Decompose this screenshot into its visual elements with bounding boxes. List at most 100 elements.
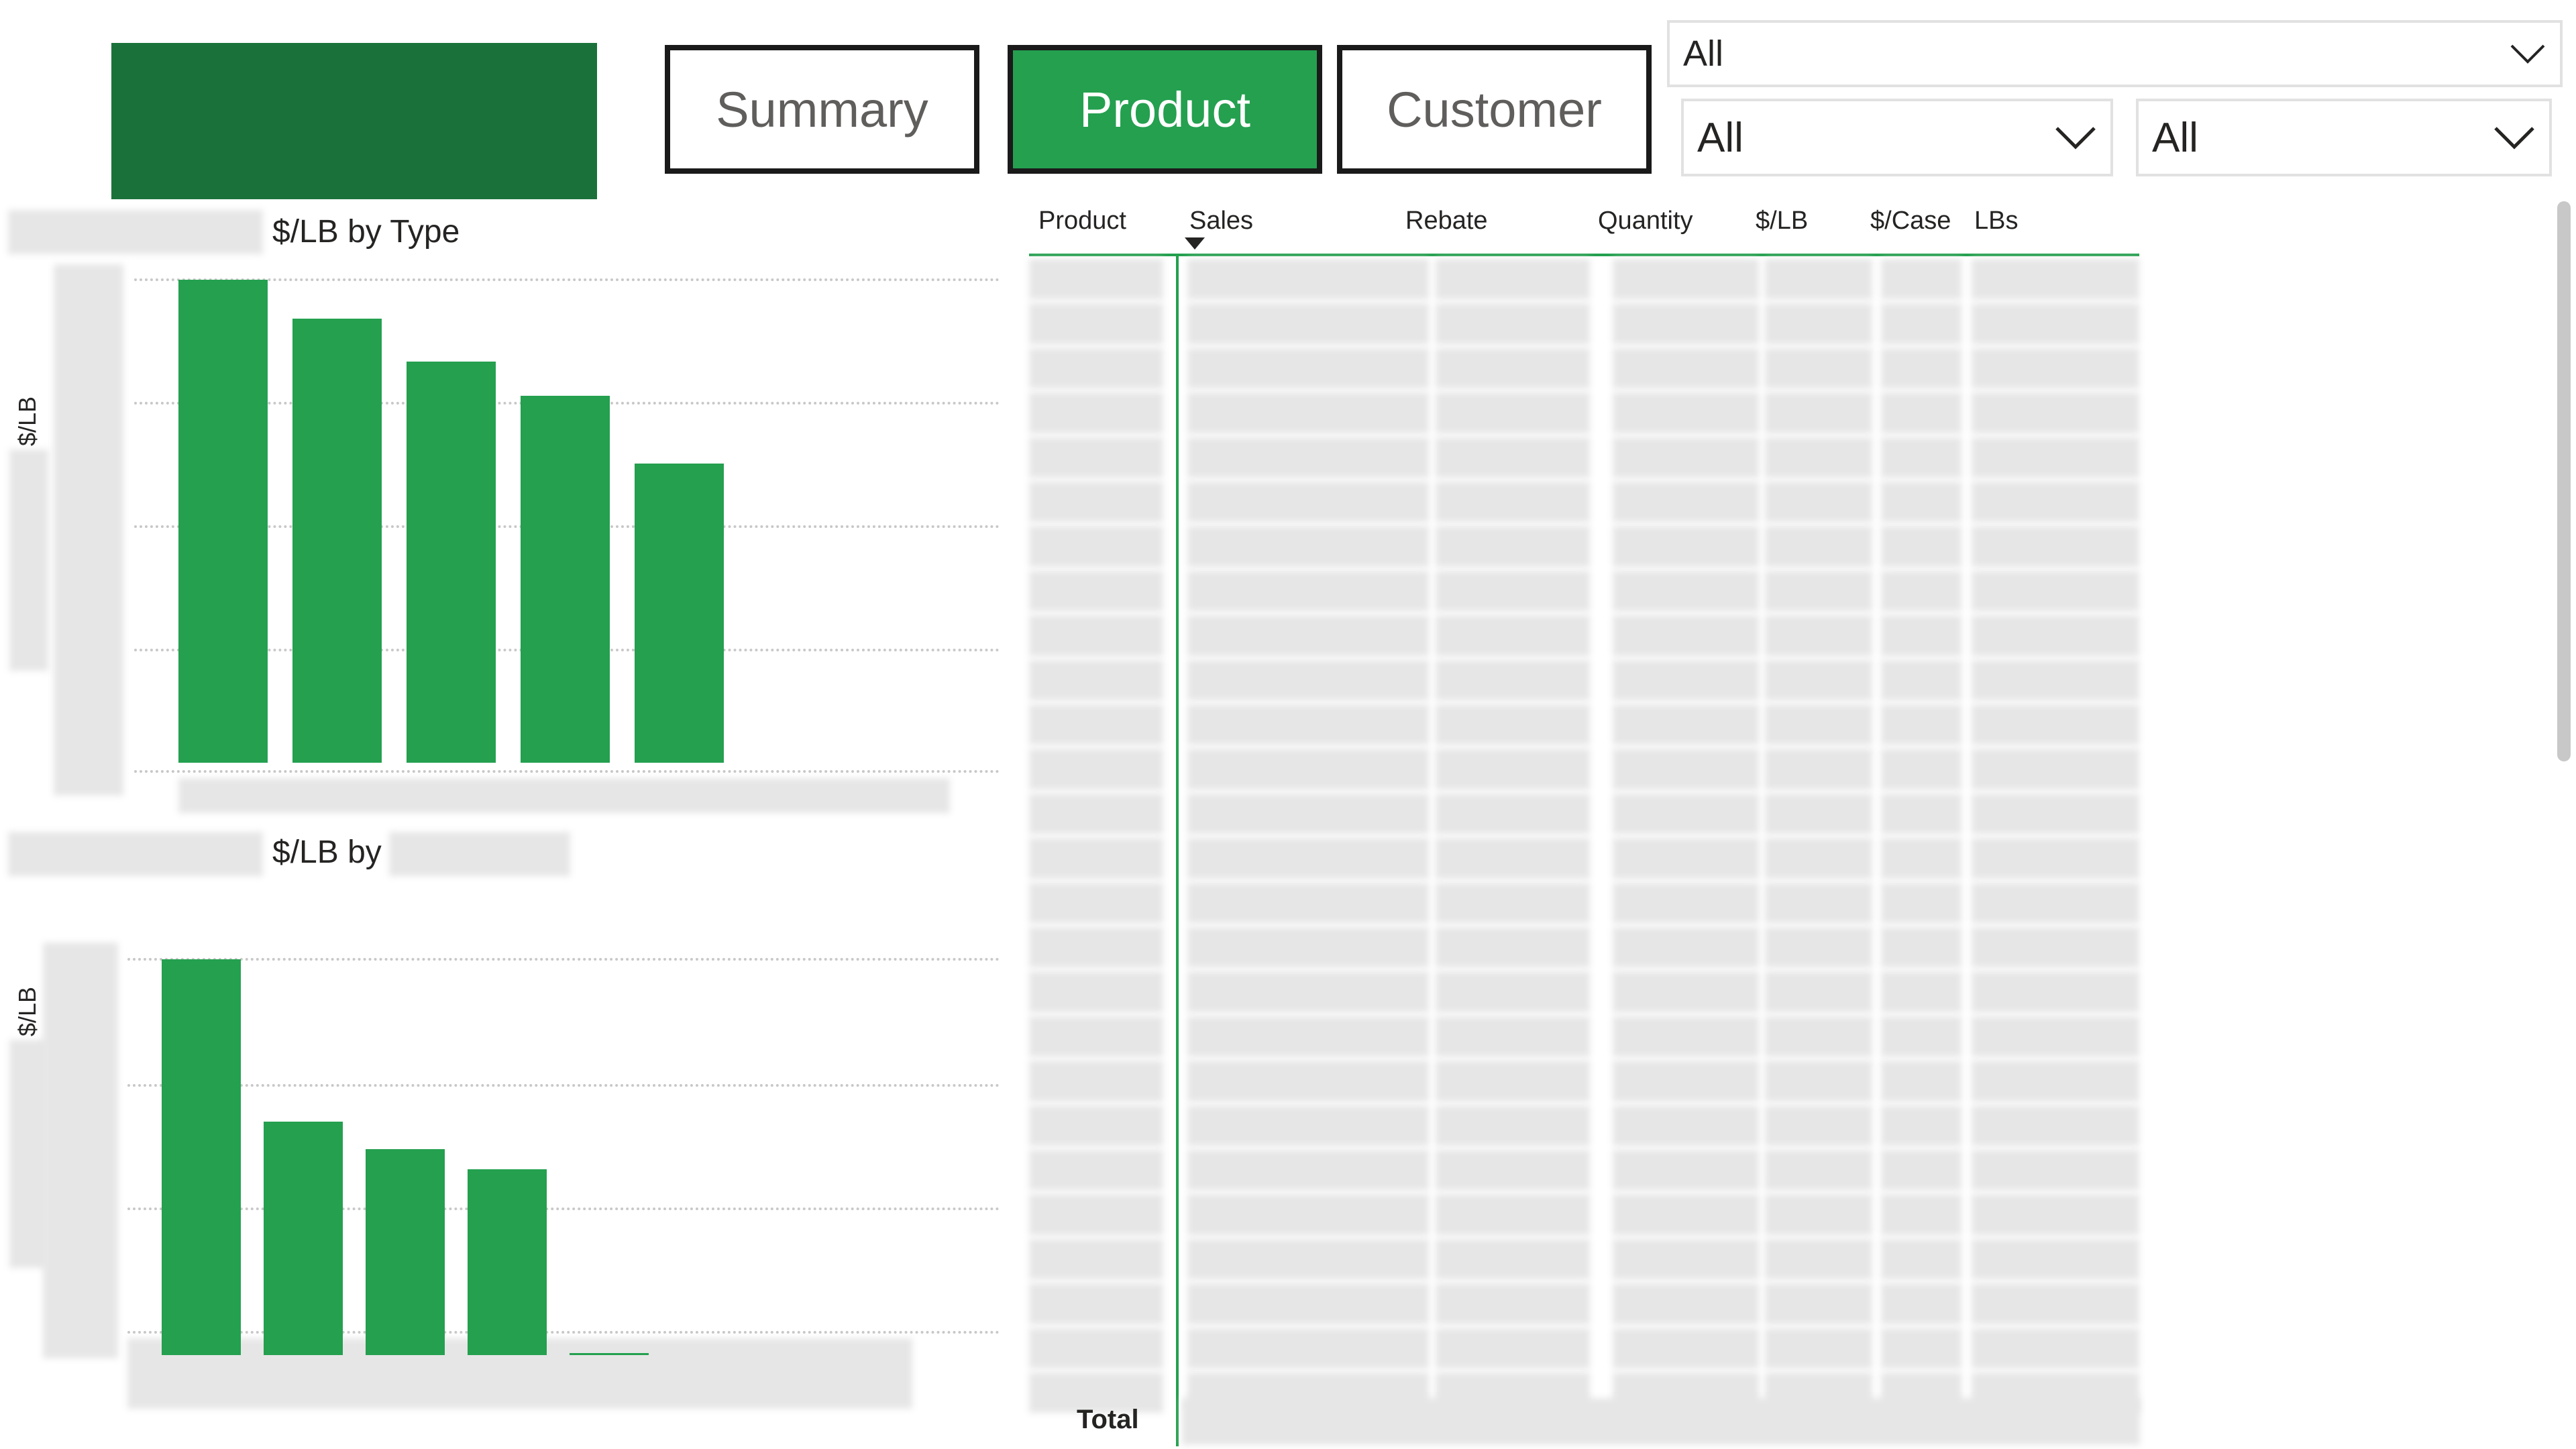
- table-row[interactable]: [1029, 482, 2140, 523]
- table-cell-redacted: [1765, 1194, 1872, 1235]
- table-cell-redacted: [1765, 882, 1872, 923]
- customer-nav-button[interactable]: Customer: [1337, 45, 1652, 174]
- table-scrollbar[interactable]: [2557, 201, 2571, 761]
- table-cell-redacted: [1187, 927, 1429, 968]
- table-cell-redacted: [1972, 1016, 2139, 1057]
- table-cell-redacted: [1613, 882, 1759, 923]
- filter-dropdown-top[interactable]: All: [1667, 20, 2563, 87]
- summary-nav-button[interactable]: Summary: [665, 45, 979, 174]
- table-cell-redacted: [1972, 838, 2139, 879]
- chart-bar[interactable]: [468, 1169, 547, 1355]
- column-header-per-case[interactable]: $/Case: [1870, 207, 1951, 235]
- table-cell-redacted: [1613, 526, 1759, 567]
- table-cell-redacted: [1765, 1328, 1872, 1368]
- table-cell-redacted: [1436, 793, 1590, 835]
- table-row[interactable]: [1029, 1328, 2140, 1368]
- table-row[interactable]: [1029, 259, 2140, 300]
- table-cell-redacted: [1972, 927, 2139, 968]
- sort-descending-icon: [1185, 237, 1205, 250]
- table-row[interactable]: [1029, 749, 2140, 790]
- chart-bar[interactable]: [366, 1149, 445, 1355]
- table-cell-redacted: [1029, 347, 1163, 389]
- table-cell-redacted: [1436, 437, 1590, 478]
- table-cell-redacted: [1972, 347, 2139, 389]
- table-row[interactable]: [1029, 437, 2140, 478]
- table-total-label: Total: [1077, 1405, 1139, 1434]
- table-cell-redacted: [1613, 392, 1759, 433]
- chart-bar[interactable]: [178, 280, 268, 763]
- chart-bar[interactable]: [264, 1121, 343, 1355]
- table-cell-redacted: [1765, 347, 1872, 389]
- table-row[interactable]: [1029, 615, 2140, 656]
- table-header: Product Sales Rebate Quantity $/LB $/Cas…: [1026, 201, 2140, 255]
- table-row[interactable]: [1029, 659, 2140, 700]
- table-cell-redacted: [1187, 971, 1429, 1012]
- table-cell-redacted: [1972, 704, 2139, 745]
- chart-bar[interactable]: [635, 463, 724, 763]
- table-cell-redacted: [1187, 347, 1429, 389]
- table-row[interactable]: [1029, 793, 2140, 835]
- table-cell-redacted: [1187, 303, 1429, 344]
- table-row[interactable]: [1029, 1194, 2140, 1235]
- table-row[interactable]: [1029, 1150, 2140, 1191]
- table-cell-redacted: [1972, 526, 2139, 567]
- column-header-lbs[interactable]: LBs: [1974, 207, 2018, 235]
- table-cell-redacted: [1881, 259, 1962, 300]
- table-row[interactable]: [1029, 1105, 2140, 1146]
- table-total-values-redacted: [1182, 1398, 2140, 1445]
- table-cell-redacted: [1613, 659, 1759, 700]
- chart-bar[interactable]: [292, 318, 382, 763]
- table-row[interactable]: [1029, 526, 2140, 567]
- table-cell-redacted: [1765, 437, 1872, 478]
- table-row[interactable]: [1029, 882, 2140, 923]
- table-cell-redacted: [1436, 526, 1590, 567]
- table-cell-redacted: [1029, 1061, 1163, 1102]
- column-header-per-lb[interactable]: $/LB: [1756, 207, 1808, 235]
- table-row[interactable]: [1029, 1283, 2140, 1324]
- table-cell-redacted: [1436, 303, 1590, 344]
- table-cell-redacted: [1765, 570, 1872, 612]
- table-cell-redacted: [1881, 927, 1962, 968]
- table-cell-redacted: [1029, 749, 1163, 790]
- chart1-y-ticks-redacted: [54, 264, 123, 796]
- table-row[interactable]: [1029, 1061, 2140, 1102]
- table-cell-redacted: [1613, 1016, 1759, 1057]
- table-cell-redacted: [1881, 793, 1962, 835]
- filter-dropdown-left[interactable]: All: [1681, 99, 2113, 176]
- table-row[interactable]: [1029, 838, 2140, 879]
- table-cell-redacted: [1187, 838, 1429, 879]
- table-cell-redacted: [1613, 1238, 1759, 1280]
- column-header-quantity[interactable]: Quantity: [1598, 207, 1693, 235]
- filter-dropdown-right[interactable]: All: [2136, 99, 2552, 176]
- chart-bar[interactable]: [162, 959, 241, 1355]
- table-cell-redacted: [1029, 793, 1163, 835]
- table-cell-redacted: [1613, 704, 1759, 745]
- table-row[interactable]: [1029, 704, 2140, 745]
- table-row[interactable]: [1029, 303, 2140, 344]
- table-cell-redacted: [1029, 838, 1163, 879]
- table-cell-redacted: [1029, 1016, 1163, 1057]
- table-cell-redacted: [1765, 971, 1872, 1012]
- table-cell-redacted: [1187, 1328, 1429, 1368]
- table-row[interactable]: [1029, 570, 2140, 612]
- chart-bar[interactable]: [407, 362, 496, 763]
- table-cell-redacted: [1972, 1283, 2139, 1324]
- table-cell-redacted: [1613, 971, 1759, 1012]
- column-header-product[interactable]: Product: [1038, 207, 1126, 235]
- table-cell-redacted: [1613, 259, 1759, 300]
- chart-bar[interactable]: [570, 1353, 649, 1355]
- table-row[interactable]: [1029, 1016, 2140, 1057]
- table-cell-redacted: [1613, 1061, 1759, 1102]
- chevron-down-icon: [2055, 127, 2096, 150]
- chart1-y-axis-label-redacted: [9, 449, 48, 671]
- table-cell-redacted: [1881, 482, 1962, 523]
- table-row[interactable]: [1029, 347, 2140, 389]
- table-row[interactable]: [1029, 1238, 2140, 1280]
- column-header-sales[interactable]: Sales: [1189, 207, 1253, 235]
- column-header-rebate[interactable]: Rebate: [1405, 207, 1488, 235]
- table-row[interactable]: [1029, 927, 2140, 968]
- product-nav-button[interactable]: Product: [1008, 45, 1322, 174]
- table-row[interactable]: [1029, 971, 2140, 1012]
- chart-bar[interactable]: [521, 395, 610, 763]
- table-row[interactable]: [1029, 392, 2140, 433]
